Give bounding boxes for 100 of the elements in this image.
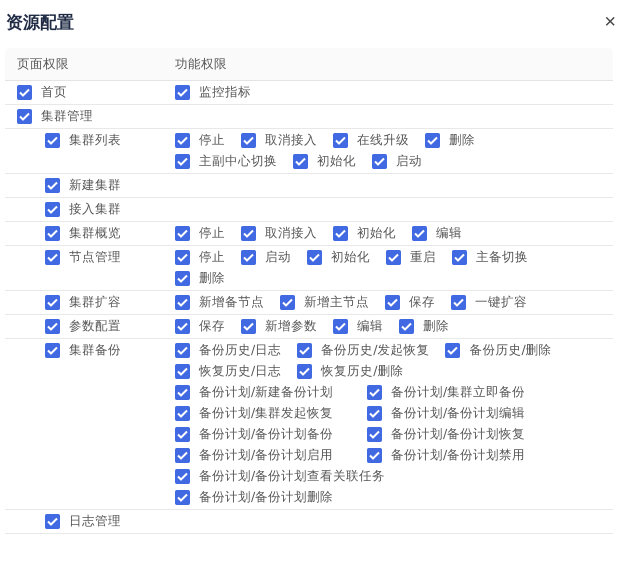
checkbox[interactable] (399, 319, 414, 334)
checkbox[interactable] (175, 226, 190, 241)
checkbox[interactable] (451, 295, 466, 310)
checkbox-label: 新增备节点 (199, 294, 264, 311)
checkbox-label: 取消接入 (265, 132, 317, 149)
checkbox-label: 主备切换 (476, 249, 528, 266)
checkbox-label: 备份历史/日志 (199, 342, 282, 359)
checkbox[interactable] (297, 343, 312, 358)
checkbox[interactable] (307, 250, 322, 265)
checkbox-label: 在线升级 (357, 132, 409, 149)
checkbox[interactable] (175, 250, 190, 265)
checkbox[interactable] (297, 364, 312, 379)
checkbox-label: 新增主节点 (304, 294, 369, 311)
checkbox-label: 监控指标 (199, 84, 251, 101)
checkbox-label: 删除 (423, 318, 449, 335)
checkbox-label: 备份计划/集群立即备份 (391, 384, 526, 401)
checkbox-label: 集群扩容 (69, 294, 121, 311)
checkbox-label: 初始化 (357, 225, 396, 242)
checkbox-label: 编辑 (436, 225, 462, 242)
checkbox-label: 启动 (396, 153, 422, 170)
checkbox-label: 启动 (265, 249, 291, 266)
checkbox-label: 备份计划/新建备份计划 (199, 384, 334, 401)
checkbox[interactable] (385, 295, 400, 310)
checkbox[interactable] (175, 469, 190, 484)
checkbox-label: 集群列表 (69, 132, 121, 149)
checkbox[interactable] (367, 448, 382, 463)
checkbox[interactable] (241, 133, 256, 148)
checkbox[interactable] (45, 295, 60, 310)
checkbox[interactable] (175, 490, 190, 505)
checkbox-label: 日志管理 (69, 513, 121, 530)
checkbox[interactable] (45, 250, 60, 265)
checkbox-label: 初始化 (317, 153, 356, 170)
checkbox[interactable] (175, 271, 190, 286)
checkbox[interactable] (175, 406, 190, 421)
checkbox[interactable] (17, 85, 32, 100)
checkbox[interactable] (175, 343, 190, 358)
checkbox[interactable] (45, 343, 60, 358)
checkbox[interactable] (280, 295, 295, 310)
checkbox[interactable] (386, 250, 401, 265)
checkbox-label: 备份计划/备份计划备份 (199, 426, 334, 443)
checkbox-label: 新建集群 (69, 177, 121, 194)
checkbox-label: 参数配置 (69, 318, 121, 335)
checkbox[interactable] (241, 319, 256, 334)
checkbox-label: 停止 (199, 132, 225, 149)
checkbox-label: 备份计划/备份计划启用 (199, 447, 334, 464)
checkbox[interactable] (241, 226, 256, 241)
checkbox[interactable] (17, 109, 32, 124)
checkbox-label: 初始化 (331, 249, 370, 266)
close-button[interactable]: × (602, 12, 618, 32)
checkbox[interactable] (45, 226, 60, 241)
checkbox[interactable] (372, 154, 387, 169)
checkbox[interactable] (333, 133, 348, 148)
checkbox[interactable] (175, 427, 190, 442)
checkbox-label: 集群管理 (41, 108, 93, 125)
checkbox-label: 重启 (410, 249, 436, 266)
checkbox-label: 接入集群 (69, 201, 121, 218)
checkbox-label: 集群概览 (69, 225, 121, 242)
checkbox[interactable] (175, 295, 190, 310)
checkbox-label: 恢复历史/删除 (321, 363, 404, 380)
checkbox-label: 保存 (409, 294, 435, 311)
checkbox-label: 恢复历史/日志 (199, 363, 282, 380)
checkbox[interactable] (367, 385, 382, 400)
checkbox-label: 一键扩容 (475, 294, 527, 311)
checkbox[interactable] (45, 178, 60, 193)
checkbox-label: 备份计划/备份计划删除 (199, 489, 334, 506)
checkbox[interactable] (425, 133, 440, 148)
checkbox[interactable] (367, 427, 382, 442)
checkbox[interactable] (241, 250, 256, 265)
checkbox-label: 备份计划/备份计划恢复 (391, 426, 526, 443)
checkbox-label: 备份历史/删除 (469, 342, 552, 359)
checkbox-label: 保存 (199, 318, 225, 335)
checkbox[interactable] (175, 448, 190, 463)
checkbox-label: 新增参数 (265, 318, 317, 335)
checkbox-label: 停止 (199, 225, 225, 242)
checkbox-label: 首页 (41, 84, 67, 101)
checkbox[interactable] (45, 133, 60, 148)
checkbox-label: 备份计划/备份计划编辑 (391, 405, 526, 422)
checkbox-label: 主副中心切换 (199, 153, 277, 170)
checkbox[interactable] (452, 250, 467, 265)
checkbox[interactable] (45, 202, 60, 217)
dialog-title: 资源配置 (6, 12, 74, 34)
checkbox[interactable] (175, 85, 190, 100)
checkbox[interactable] (175, 364, 190, 379)
checkbox-label: 备份计划/备份计划禁用 (391, 447, 526, 464)
column-header: 页面权限 (16, 56, 70, 72)
checkbox[interactable] (333, 319, 348, 334)
checkbox[interactable] (45, 514, 60, 529)
checkbox[interactable] (175, 385, 190, 400)
checkbox[interactable] (175, 154, 190, 169)
checkbox-label: 集群备份 (69, 342, 121, 359)
checkbox[interactable] (412, 226, 427, 241)
checkbox[interactable] (175, 133, 190, 148)
checkbox-label: 备份历史/发起恢复 (321, 342, 430, 359)
checkbox-label: 备份计划/备份计划查看关联任务 (199, 468, 386, 485)
checkbox[interactable] (293, 154, 308, 169)
checkbox[interactable] (333, 226, 348, 241)
checkbox[interactable] (367, 406, 382, 421)
checkbox[interactable] (445, 343, 460, 358)
checkbox[interactable] (45, 319, 60, 334)
checkbox[interactable] (175, 319, 190, 334)
